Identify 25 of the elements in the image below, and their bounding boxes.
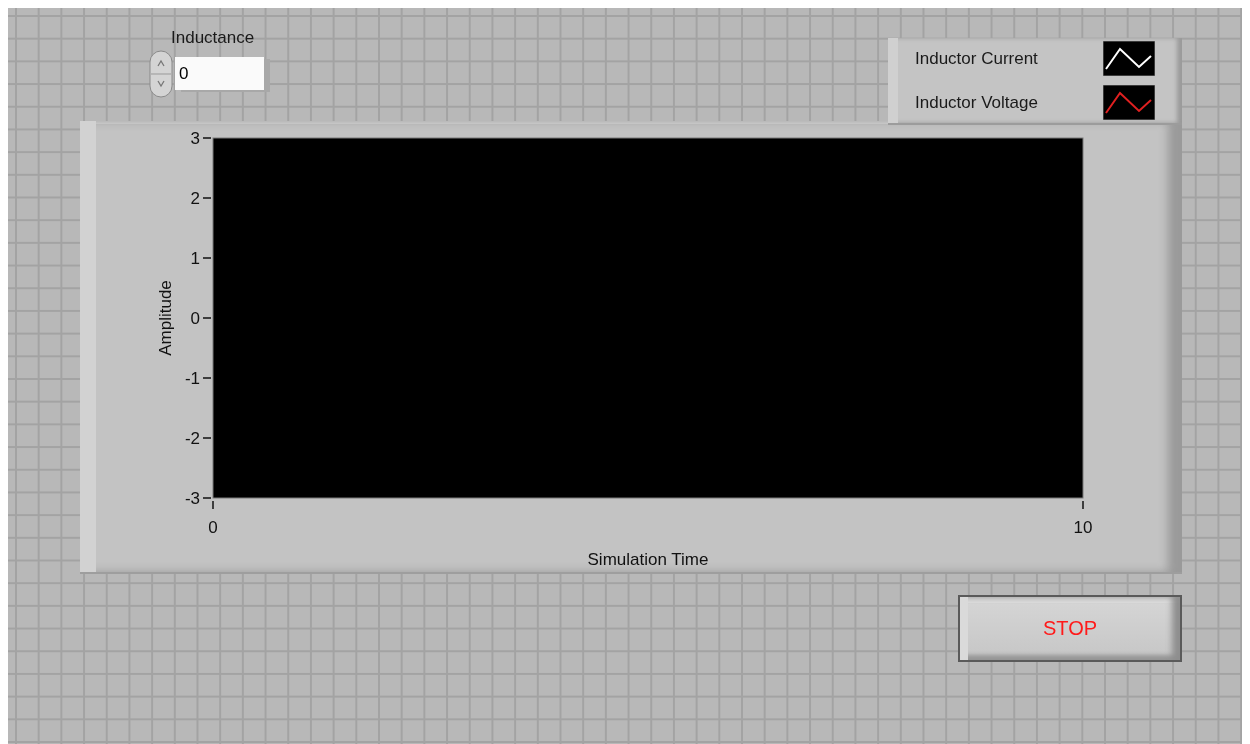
legend-swatch[interactable] <box>1103 41 1155 76</box>
increment-decrement-icon[interactable] <box>149 50 173 98</box>
axis-tick-label: -1 <box>184 369 200 388</box>
legend-label: Inductor Current <box>915 48 1038 69</box>
legend-label: Inductor Voltage <box>915 92 1038 113</box>
numeric-field[interactable]: 0 <box>175 57 264 90</box>
axis-tick <box>202 437 212 439</box>
axis-tick-label: 2 <box>190 189 200 208</box>
legend-swatch[interactable] <box>1103 85 1155 120</box>
axis-tick <box>202 377 212 379</box>
axis-tick <box>202 197 212 199</box>
axis-tick <box>1082 500 1084 510</box>
axis-tick-label: 0 <box>190 309 200 328</box>
axis-tick-label: 0 <box>208 518 218 537</box>
axis-title: Simulation Time <box>587 550 709 569</box>
control-label: Inductance <box>171 28 255 48</box>
axis-tick <box>202 137 212 139</box>
axis-tick-label: -3 <box>184 489 200 508</box>
axis-title: Amplitude <box>156 280 175 356</box>
axis-tick <box>202 257 212 259</box>
axis-tick-label: 1 <box>190 249 200 268</box>
axis-tick <box>202 317 212 319</box>
axis-tick-label: 10 <box>1073 518 1093 537</box>
axis-tick-label: 3 <box>190 129 200 148</box>
axis-tick-label: -2 <box>184 429 200 448</box>
